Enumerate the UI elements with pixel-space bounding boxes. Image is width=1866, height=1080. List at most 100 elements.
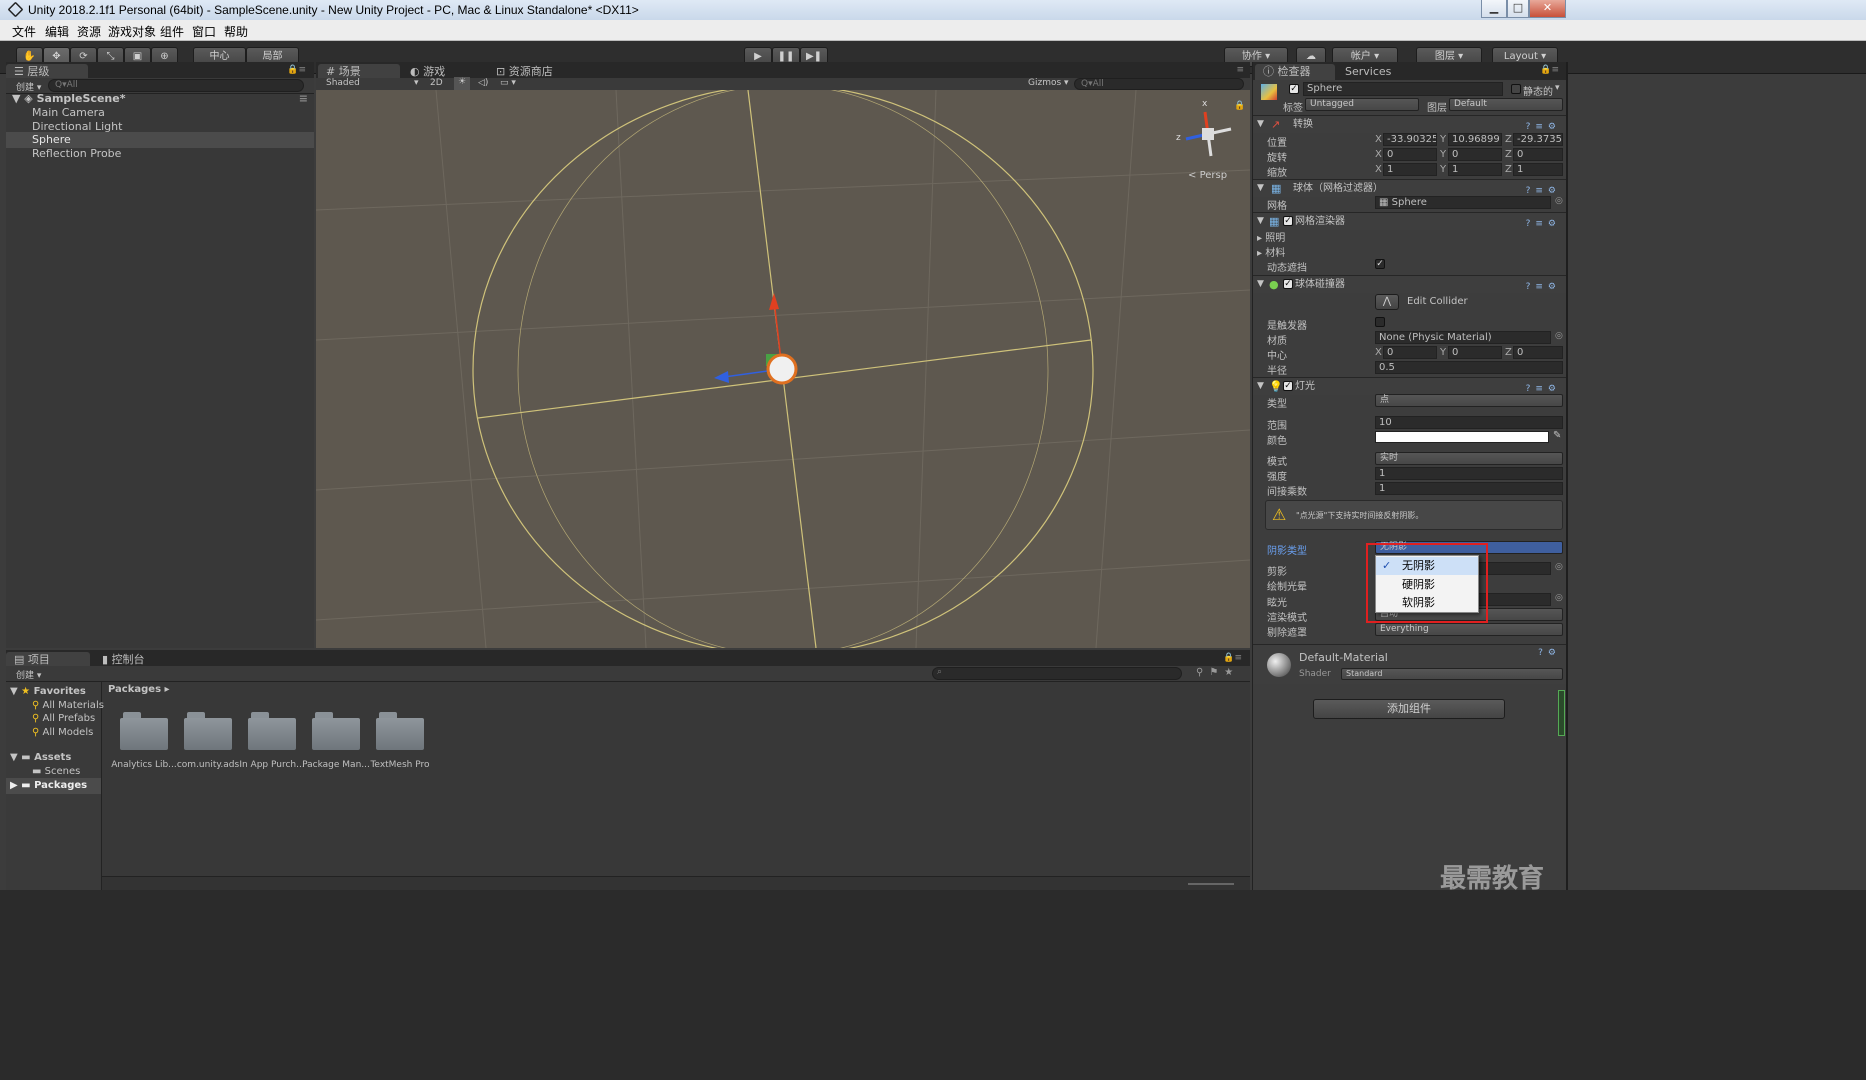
layer-dropdown[interactable]: Default <box>1449 98 1563 111</box>
menu-assets[interactable]: 资源 <box>77 23 101 40</box>
object-picker-icon[interactable]: ◎ <box>1555 562 1563 572</box>
light-type-dropdown[interactable]: 点 <box>1375 394 1563 407</box>
shader-dropdown[interactable]: Standard <box>1341 668 1563 680</box>
material-menu-icons[interactable]: ?⚙ <box>1538 648 1561 658</box>
light-enabled-checkbox[interactable]: ✓ <box>1283 381 1293 391</box>
center-z-field[interactable]: 0 <box>1513 346 1563 359</box>
mesh-filter-header[interactable]: ▼ ▦ 球体（网格过滤器） ?≡⚙ <box>1253 179 1567 197</box>
object-picker-icon[interactable]: ◎ <box>1555 593 1563 603</box>
lighting-toggle[interactable]: ☀ <box>454 77 470 90</box>
light-header[interactable]: ▼ 💡 ✓ 灯光 ?≡⚙ <box>1253 377 1567 395</box>
effects-dropdown[interactable]: ▭ ▾ <box>500 78 516 88</box>
edit-collider-button[interactable]: ⋀ <box>1375 294 1399 310</box>
static-dropdown-icon[interactable]: ▾ <box>1555 83 1560 93</box>
eyedropper-icon[interactable]: ✎ <box>1553 430 1561 441</box>
indirect-multiplier-field[interactable]: 1 <box>1375 482 1563 495</box>
position-x-field[interactable]: -33.90325 <box>1383 133 1437 146</box>
menu-component[interactable]: 组件 <box>160 23 184 40</box>
scale-z-field[interactable]: 1 <box>1513 163 1563 176</box>
lighting-foldout[interactable]: ▸ 照明 <box>1257 229 1285 244</box>
sphere-collider-header[interactable]: ▼ ● ✓ 球体碰撞器 ?≡⚙ <box>1253 275 1567 293</box>
minimize-button[interactable]: ▁ <box>1481 0 1507 18</box>
dynamic-occluded-checkbox[interactable]: ✓ <box>1375 259 1385 269</box>
object-name-field[interactable]: Sphere <box>1303 82 1503 96</box>
flare-label: 眩光 <box>1267 598 1287 609</box>
unity-logo-icon <box>7 1 24 18</box>
project-panel-menu-icon[interactable]: 🔒≡ <box>1223 653 1242 663</box>
project-search-icon: ⌕ <box>937 667 943 677</box>
scene-search-input[interactable]: Q▾All <box>1074 78 1244 90</box>
rotation-z-field[interactable]: 0 <box>1513 148 1563 161</box>
audio-toggle[interactable]: ◁) <box>478 78 488 88</box>
center-x-field[interactable]: 0 <box>1383 346 1437 359</box>
active-checkbox[interactable]: ✓ <box>1289 84 1299 94</box>
mesh-renderer-header[interactable]: ▼ ▦ ✓ 网格渲染器 ?≡⚙ <box>1253 212 1567 230</box>
maximize-button[interactable]: □ <box>1507 0 1529 18</box>
menu-window[interactable]: 窗口 <box>192 23 216 40</box>
scale-x-field[interactable]: 1 <box>1383 163 1437 176</box>
orientation-gizmo[interactable] <box>1185 111 1232 157</box>
scale-y-field[interactable]: 1 <box>1448 163 1502 176</box>
object-picker-icon[interactable]: ◎ <box>1555 331 1563 341</box>
add-component-button[interactable]: 添加组件 <box>1313 699 1505 719</box>
close-button[interactable]: ✕ <box>1529 0 1566 18</box>
zoom-slider[interactable] <box>1188 883 1234 885</box>
panel-menu-icon[interactable]: 🔒≡ <box>287 65 306 75</box>
2d-toggle[interactable]: 2D <box>430 78 443 88</box>
component-menu-icons[interactable]: ?≡⚙ <box>1526 279 1561 296</box>
mesh-renderer-enabled-checkbox[interactable]: ✓ <box>1283 216 1293 226</box>
menu-file[interactable]: 文件 <box>12 23 36 40</box>
scroll-indicator[interactable] <box>1558 690 1565 736</box>
gizmo-x-label: x <box>1202 99 1208 109</box>
is-trigger-checkbox[interactable] <box>1375 317 1385 327</box>
move-gizmo[interactable] <box>714 293 798 385</box>
rotation-y-field[interactable]: 0 <box>1448 148 1502 161</box>
scene-panel-menu-icon[interactable]: ≡ <box>1236 65 1244 75</box>
object-picker-icon[interactable]: ◎ <box>1555 196 1563 206</box>
material-section[interactable]: Default-Material Shader Standard ?⚙ <box>1253 644 1567 684</box>
persp-label[interactable]: < Persp <box>1188 170 1227 181</box>
folder-analytics[interactable] <box>120 712 168 750</box>
inspector-panel-menu-icon[interactable]: 🔒≡ <box>1540 65 1559 75</box>
tab-services[interactable]: Services <box>1337 64 1399 80</box>
materials-foldout[interactable]: ▸ 材料 <box>1257 244 1285 259</box>
packages-row[interactable]: ▶ ▬ Packages <box>6 778 101 794</box>
collider-enabled-checkbox[interactable]: ✓ <box>1283 279 1293 289</box>
position-z-field[interactable]: -29.3735 <box>1513 133 1563 146</box>
menu-help[interactable]: 帮助 <box>224 23 248 40</box>
static-checkbox[interactable] <box>1511 84 1521 94</box>
menu-edit[interactable]: 编辑 <box>45 23 69 40</box>
hierarchy-item-reflection-probe[interactable]: Reflection Probe <box>6 146 314 162</box>
color-swatch[interactable] <box>1375 431 1549 443</box>
culling-mask-dropdown[interactable]: Everything <box>1375 623 1563 636</box>
scale-x-axis: X <box>1375 164 1382 175</box>
project-breadcrumb[interactable]: Packages ▸ <box>108 684 170 695</box>
tab-inspector[interactable]: ⓘ 检查器 <box>1255 64 1335 80</box>
folder-iap[interactable] <box>248 712 296 750</box>
gizmos-dropdown[interactable]: Gizmos ▾ <box>1028 78 1069 88</box>
folder-package-manager[interactable] <box>312 712 360 750</box>
mesh-field[interactable]: ▦ Sphere <box>1375 196 1551 209</box>
intensity-field[interactable]: 1 <box>1375 467 1563 480</box>
project-create-button[interactable]: 创建 ▾ <box>16 668 41 681</box>
light-mode-dropdown[interactable]: 实时 <box>1375 452 1563 465</box>
collider-material-field[interactable]: None (Physic Material) <box>1375 331 1551 344</box>
transform-header[interactable]: ▼ ↗ 转换 ?≡⚙ <box>1253 115 1567 133</box>
scene-lock-icon[interactable]: 🔒 <box>1234 100 1245 111</box>
position-y-field[interactable]: 10.96899 <box>1448 133 1502 146</box>
range-field[interactable]: 10 <box>1375 416 1563 429</box>
center-y-field[interactable]: 0 <box>1448 346 1502 359</box>
folder-ads[interactable] <box>184 712 232 750</box>
shading-mode-dropdown[interactable]: Shaded <box>326 78 360 88</box>
radius-field[interactable]: 0.5 <box>1375 361 1563 374</box>
tab-inspector-label: 检查器 <box>1277 65 1311 78</box>
rotation-x-field[interactable]: 0 <box>1383 148 1437 161</box>
project-filter-icons[interactable]: ⚲⚑★ <box>1196 667 1239 678</box>
scene-viewport[interactable]: x z < Persp 🔒 <box>316 90 1250 648</box>
menu-gameobject[interactable]: 游戏对象 <box>108 23 156 40</box>
folder-textmesh[interactable] <box>376 712 424 750</box>
component-menu-icons[interactable]: ?≡⚙ <box>1526 216 1561 233</box>
tag-dropdown[interactable]: Untagged <box>1305 98 1419 111</box>
fav-all-models[interactable]: ⚲ All Models <box>6 725 101 741</box>
project-search-input[interactable]: ⌕ <box>932 667 1182 680</box>
